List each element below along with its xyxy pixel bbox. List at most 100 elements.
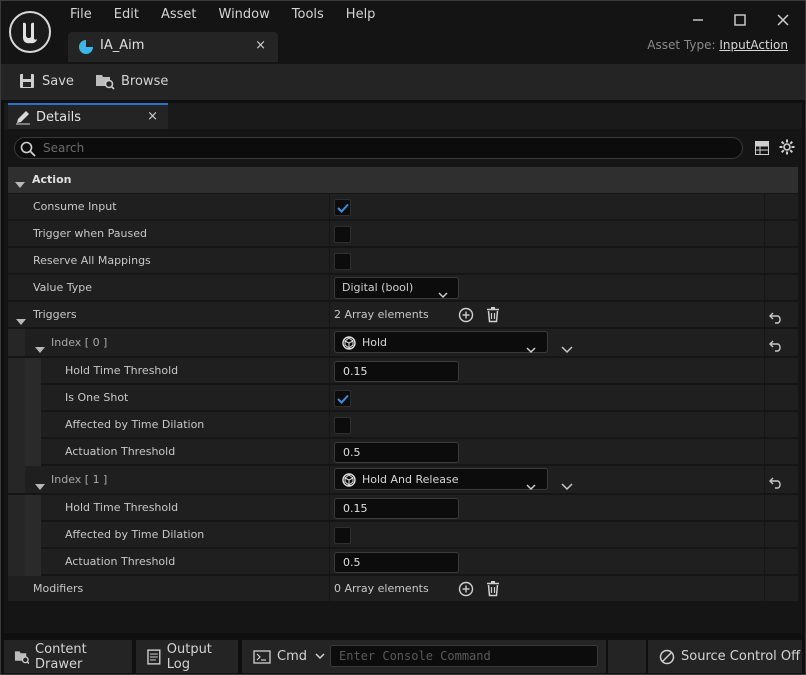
value-type-dropdown[interactable]: Digital (bool) — [334, 277, 459, 299]
minimize-icon[interactable] — [687, 9, 709, 31]
unreal-logo-icon[interactable] — [9, 11, 51, 53]
delete-all-icon[interactable] — [485, 580, 501, 601]
index-label: Index [ 0 ] — [51, 336, 108, 349]
toolbar: Save Browse — [0, 64, 806, 100]
trigger-when-paused-checkbox[interactable] — [334, 226, 351, 243]
status-bar: Content Drawer Output Log Cmd Source Con… — [0, 637, 806, 675]
content-drawer-button[interactable]: Content Drawer — [4, 640, 132, 673]
details-body: Action Consume Input Trigger when Paused… — [4, 129, 802, 633]
details-tab[interactable]: Details × — [8, 103, 168, 129]
browse-label: Browse — [121, 73, 169, 89]
output-log-label: Output Log — [166, 641, 212, 672]
asset-type-link[interactable]: InputAction — [719, 38, 788, 52]
content-drawer-label: Content Drawer — [35, 641, 87, 672]
terminal-icon — [253, 649, 271, 664]
close-window-icon[interactable] — [772, 9, 794, 31]
edit-pencil-icon — [15, 109, 31, 129]
value-type-value: Digital (bool) — [342, 281, 414, 294]
is-one-shot-checkbox[interactable] — [334, 390, 351, 407]
actuation-threshold-value: 0.5 — [343, 556, 361, 569]
chevron-down-icon — [526, 476, 536, 495]
hold-time-threshold-input[interactable]: 0.15 — [334, 498, 459, 519]
trigger-type-value: Hold And Release — [362, 473, 459, 486]
actuation-threshold-input[interactable]: 0.5 — [334, 552, 459, 573]
property-label: Reserve All Mappings — [33, 254, 151, 267]
trigger-type-value: Hold — [362, 336, 388, 349]
save-button[interactable]: Save — [18, 72, 74, 90]
element-options-chevron-icon[interactable] — [561, 476, 573, 495]
expand-arrow-icon[interactable] — [35, 340, 45, 359]
close-details-icon[interactable]: × — [147, 109, 158, 124]
property-row-modifiers: Modifiers 0 Array elements — [8, 576, 798, 602]
property-row-actuation-threshold: Actuation Threshold 0.5 — [8, 439, 798, 466]
menu-bar: File Edit Asset Window Tools Help — [70, 6, 397, 23]
actuation-threshold-input[interactable]: 0.5 — [334, 442, 459, 463]
property-row-trigger-when-paused: Trigger when Paused — [8, 221, 798, 247]
property-row-hold-time-threshold: Hold Time Threshold 0.15 — [8, 358, 798, 385]
add-element-icon[interactable] — [458, 581, 474, 601]
property-row-affected-by-time-dilation: Affected by Time Dilation — [8, 522, 798, 549]
property-label: Actuation Threshold — [65, 555, 176, 568]
actuation-threshold-value: 0.5 — [343, 446, 361, 459]
category-label: Action — [32, 173, 72, 186]
property-label: Hold Time Threshold — [65, 501, 179, 514]
add-element-icon[interactable] — [458, 307, 474, 327]
delete-all-icon[interactable] — [485, 306, 501, 327]
asset-tab[interactable]: IA_Aim × — [68, 32, 278, 62]
browse-button[interactable]: Browse — [95, 72, 168, 90]
category-action[interactable]: Action — [8, 167, 798, 193]
title-bar: File Edit Asset Window Tools Help IA_Aim… — [0, 0, 806, 64]
search-box[interactable] — [14, 137, 743, 159]
affected-by-time-dilation-checkbox[interactable] — [334, 527, 351, 544]
trigger-class-icon — [342, 335, 356, 354]
menu-asset[interactable]: Asset — [161, 6, 197, 23]
property-label: Hold Time Threshold — [65, 364, 179, 377]
trigger-type-dropdown[interactable]: Hold — [334, 331, 548, 354]
menu-file[interactable]: File — [70, 6, 92, 23]
hold-time-threshold-value: 0.15 — [343, 502, 368, 515]
element-options-chevron-icon[interactable] — [561, 339, 573, 358]
close-tab-icon[interactable]: × — [255, 38, 266, 53]
hold-time-threshold-value: 0.15 — [343, 365, 368, 378]
property-row-affected-by-time-dilation: Affected by Time Dilation — [8, 412, 798, 439]
source-control-button[interactable]: Source Control Off — [648, 640, 802, 673]
property-label: Value Type — [33, 281, 92, 294]
reset-to-default-icon[interactable] — [769, 309, 783, 328]
menu-tools[interactable]: Tools — [292, 6, 324, 23]
trigger-element-0: Index [ 0 ] Hold — [8, 329, 798, 357]
cmd-dropdown[interactable]: Cmd — [277, 649, 307, 664]
reset-to-default-icon[interactable] — [769, 474, 783, 493]
expand-arrow-icon[interactable] — [35, 477, 45, 496]
details-tab-label: Details — [36, 110, 82, 125]
chevron-down-icon[interactable] — [315, 653, 325, 660]
reset-to-default-icon[interactable] — [769, 337, 783, 356]
collapse-arrow-icon[interactable] — [15, 175, 25, 194]
maximize-icon[interactable] — [729, 9, 751, 31]
search-icon — [20, 141, 36, 161]
output-log-button[interactable]: Output Log — [136, 640, 238, 673]
save-label: Save — [42, 73, 74, 89]
property-label: Trigger when Paused — [33, 227, 147, 240]
property-label: Is One Shot — [65, 391, 129, 404]
menu-window[interactable]: Window — [219, 6, 270, 23]
property-label: Affected by Time Dilation — [65, 528, 205, 541]
consume-input-checkbox[interactable] — [334, 199, 351, 216]
gear-icon[interactable] — [779, 139, 795, 159]
property-label: Actuation Threshold — [65, 445, 176, 458]
modifiers-count: 0 Array elements — [334, 582, 429, 595]
reserve-all-mappings-checkbox[interactable] — [334, 253, 351, 270]
search-input[interactable] — [43, 140, 733, 156]
source-control-label: Source Control Off — [681, 649, 801, 664]
console-input[interactable] — [339, 648, 589, 664]
menu-edit[interactable]: Edit — [114, 6, 139, 23]
property-row-triggers: Triggers 2 Array elements — [8, 302, 798, 328]
affected-by-time-dilation-checkbox[interactable] — [334, 417, 351, 434]
index-label: Index [ 1 ] — [51, 473, 108, 486]
console-field[interactable] — [330, 645, 598, 667]
property-label: Affected by Time Dilation — [65, 418, 205, 431]
hold-time-threshold-input[interactable]: 0.15 — [334, 361, 459, 382]
trigger-type-dropdown[interactable]: Hold And Release — [334, 468, 548, 491]
browse-icon — [96, 75, 115, 90]
menu-help[interactable]: Help — [346, 6, 376, 23]
property-matrix-icon[interactable] — [755, 140, 769, 159]
